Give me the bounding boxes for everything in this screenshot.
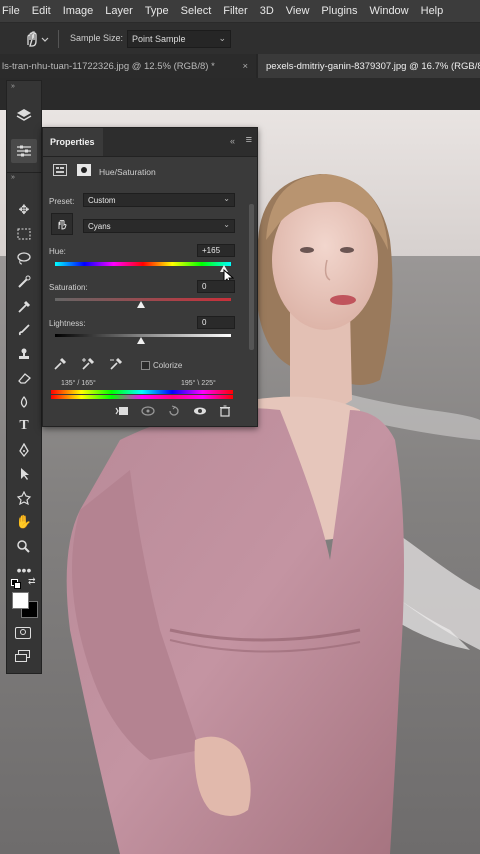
saturation-label: Saturation:: [49, 283, 88, 292]
hue-slider-track[interactable]: [55, 262, 231, 266]
path-select-icon[interactable]: [7, 463, 41, 485]
menu-layer[interactable]: Layer: [99, 5, 139, 17]
default-colors-icon[interactable]: [11, 579, 21, 589]
zoom-icon[interactable]: [7, 535, 41, 557]
tab-properties-label: Properties: [50, 137, 95, 147]
options-separator: [58, 30, 59, 48]
move-icon[interactable]: ✥: [7, 199, 41, 221]
colorize-checkbox[interactable]: [141, 361, 150, 370]
hue-value-field[interactable]: +165: [197, 244, 235, 257]
lightness-label: Lightness:: [49, 319, 86, 328]
marquee-icon[interactable]: [7, 223, 41, 245]
tools-bar: » ✥ T ✋ ••• ⇄: [6, 172, 42, 674]
preset-value: Custom: [88, 195, 116, 205]
panel-menu-icon[interactable]: ≡: [246, 134, 252, 146]
eyedropper-plus-icon[interactable]: [81, 357, 95, 376]
lightness-value: 0: [202, 318, 207, 327]
visibility-eye-icon[interactable]: [193, 404, 207, 422]
menu-3d[interactable]: 3D: [254, 5, 280, 17]
menu-type[interactable]: Type: [139, 5, 175, 17]
brush-icon[interactable]: [7, 319, 41, 341]
hue-label: Hue:: [49, 247, 66, 256]
menu-filter[interactable]: Filter: [217, 5, 253, 17]
eyedropper-minus-icon[interactable]: [109, 357, 123, 376]
properties-panel: Properties « ≡ Hue/Saturation Preset: Cu…: [42, 127, 258, 427]
sample-size-label: Sample Size:: [70, 33, 124, 43]
range-left-values: 135° / 165°: [61, 380, 96, 387]
targeted-adjust-hand-icon[interactable]: [51, 213, 73, 235]
swap-colors-icon[interactable]: ⇄: [28, 576, 36, 587]
menu-bar: File Edit Image Layer Type Select Filter…: [0, 0, 480, 22]
collapse-arrows-icon[interactable]: »: [11, 83, 15, 90]
layer-mask-icon[interactable]: [77, 164, 91, 176]
sample-size-select[interactable]: Point Sample ⌄: [127, 30, 231, 48]
properties-panel-button[interactable]: [11, 139, 37, 163]
quick-mask-icon[interactable]: [15, 627, 31, 639]
eraser-icon[interactable]: [7, 367, 41, 389]
screen-mode-icon[interactable]: [15, 650, 31, 662]
clip-to-layer-icon[interactable]: [115, 404, 129, 422]
foreground-color-swatch[interactable]: [12, 592, 29, 609]
tab-document-1-label: ls-tran-nhu-tuan-11722326.jpg @ 12.5% (R…: [2, 60, 215, 72]
tab-document-1[interactable]: ls-tran-nhu-tuan-11722326.jpg @ 12.5% (R…: [0, 54, 256, 78]
saturation-value-field[interactable]: 0: [197, 280, 235, 293]
close-icon[interactable]: ×: [242, 61, 248, 72]
colorize-label: Colorize: [153, 361, 183, 370]
menu-edit[interactable]: Edit: [26, 5, 57, 17]
tab-document-2-label: pexels-dmitriy-ganin-8379307.jpg @ 16.7%…: [266, 60, 480, 72]
hand-tool-preset-icon[interactable]: [22, 29, 50, 49]
hue-value: +165: [202, 246, 221, 255]
quick-select-icon[interactable]: [7, 271, 41, 293]
blur-icon[interactable]: [7, 391, 41, 413]
adjustment-layer-icon: [53, 164, 67, 176]
range-result-bar[interactable]: [51, 395, 233, 399]
range-spectrum-bar: [51, 390, 233, 394]
view-previous-state-icon[interactable]: [141, 404, 155, 422]
properties-panel-header: Properties « ≡: [43, 128, 257, 157]
layers-panel-button[interactable]: [11, 103, 37, 127]
trash-icon[interactable]: [219, 404, 231, 422]
menu-image[interactable]: Image: [57, 5, 100, 17]
collapsed-panel-bar: »: [6, 80, 42, 174]
stamp-icon[interactable]: [7, 343, 41, 365]
chevron-down-icon: ⌄: [223, 220, 230, 229]
saturation-slider-thumb[interactable]: [137, 301, 145, 308]
preset-select[interactable]: Custom ⌄: [83, 193, 235, 207]
chevron-down-icon: ⌄: [223, 194, 230, 203]
channel-select[interactable]: Cyans ⌄: [83, 219, 235, 233]
menu-plugins[interactable]: Plugins: [315, 5, 363, 17]
collapse-panel-icon[interactable]: «: [230, 136, 235, 146]
type-icon[interactable]: T: [7, 415, 41, 437]
eyedropper-icon[interactable]: [53, 357, 67, 376]
layers-icon: [16, 109, 32, 121]
lasso-icon[interactable]: [7, 247, 41, 269]
menu-window[interactable]: Window: [364, 5, 415, 17]
menu-view[interactable]: View: [280, 5, 316, 17]
range-right-values: 195° \ 225°: [181, 380, 216, 387]
lightness-value-field[interactable]: 0: [197, 316, 235, 329]
pen-icon[interactable]: [7, 439, 41, 461]
sample-size-value: Point Sample: [132, 34, 186, 44]
tab-document-2[interactable]: pexels-dmitriy-ganin-8379307.jpg @ 16.7%…: [258, 54, 480, 78]
preset-label: Preset:: [49, 197, 75, 206]
menu-file[interactable]: File: [0, 5, 26, 17]
options-bar: Sample Size: Point Sample ⌄: [0, 22, 480, 56]
document-tabs: ls-tran-nhu-tuan-11722326.jpg @ 12.5% (R…: [0, 54, 480, 78]
adjustment-title: Hue/Saturation: [99, 167, 156, 177]
menu-help[interactable]: Help: [415, 5, 450, 17]
hand-icon[interactable]: ✋: [7, 511, 41, 533]
toolbar-grip-icon[interactable]: »: [11, 174, 15, 181]
shape-icon[interactable]: [7, 487, 41, 509]
reset-icon[interactable]: [167, 404, 181, 422]
panel-scrollbar[interactable]: [249, 204, 254, 350]
saturation-value: 0: [202, 282, 207, 291]
lightness-slider-thumb[interactable]: [137, 337, 145, 344]
tab-properties[interactable]: Properties: [43, 128, 103, 156]
menu-select[interactable]: Select: [175, 5, 218, 17]
chevron-down-icon: ⌄: [218, 33, 226, 43]
eyedropper-icon[interactable]: [7, 295, 41, 317]
adjustment-sliders-icon: [17, 145, 31, 157]
channel-value: Cyans: [88, 221, 111, 231]
